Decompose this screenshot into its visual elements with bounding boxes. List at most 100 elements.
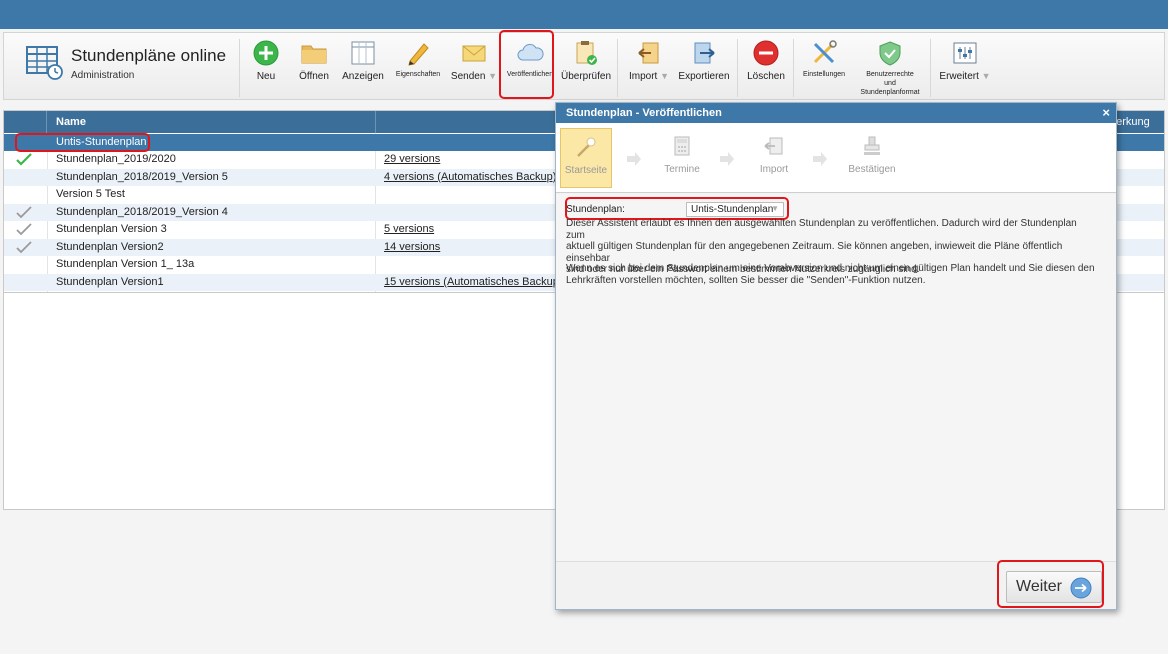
dialog-footer: Weiter: [556, 560, 1116, 609]
row-versions-link[interactable]: 29 versions: [384, 153, 440, 165]
stamp-icon: [864, 136, 880, 155]
settings-label: Einstellungen: [802, 71, 846, 78]
green-check-icon: [16, 153, 32, 166]
step-import-label: Import: [759, 164, 789, 175]
export-label: Exportieren: [678, 71, 730, 82]
toolbar-separator: [737, 39, 738, 97]
import-dropdown-icon: ▼: [660, 71, 670, 81]
document-check-icon: [576, 41, 597, 65]
delete-label: Löschen: [747, 71, 785, 82]
permissions-label-line2: und: [884, 80, 896, 87]
row-name: Stundenplan Version1: [56, 276, 164, 288]
row-name: Stundenplan Version 3: [56, 223, 167, 235]
export-arrow-icon: [694, 42, 715, 64]
send-button[interactable]: Senden ▼: [450, 39, 498, 97]
app-subtitle: Administration: [71, 70, 135, 81]
wizard-steps: Startseite Termine Import Bestätigen: [556, 123, 1116, 193]
step-dates[interactable]: Termine: [654, 128, 710, 188]
pencil-icon: [408, 43, 429, 66]
properties-button[interactable]: Eigenschaften: [393, 39, 443, 97]
shield-check-icon: [879, 41, 901, 66]
envelope-icon: [462, 45, 486, 62]
permissions-button[interactable]: Benutzerrechte und Stundenplanformat: [854, 39, 926, 97]
step-start[interactable]: Startseite: [560, 128, 612, 188]
app-title: Stundenpläne online: [71, 46, 227, 65]
gray-check-icon: [16, 241, 32, 254]
import-label: Import: [628, 71, 658, 82]
step-start-label: Startseite: [564, 165, 608, 176]
toolbar-separator: [793, 39, 794, 97]
close-icon[interactable]: ×: [1102, 105, 1110, 120]
timetable-calendar-icon: [26, 46, 63, 80]
plus-circle-icon: [253, 40, 279, 66]
step-confirm[interactable]: Bestätigen: [842, 128, 902, 188]
step-arrow-icon: [813, 152, 827, 166]
advanced-dropdown-icon: ▼: [981, 71, 991, 81]
import-button[interactable]: Import ▼: [626, 39, 672, 97]
folder-icon: [301, 45, 327, 64]
open-button[interactable]: Öffnen: [294, 39, 334, 97]
step-arrow-icon: [720, 152, 734, 166]
row-name: Version 5 Test: [56, 188, 125, 200]
next-highlight: [997, 560, 1104, 608]
advanced-button[interactable]: Erweitert ▼: [937, 39, 993, 97]
send-label: Senden: [450, 71, 486, 82]
tools-icon: [813, 40, 837, 64]
publish-highlight: [499, 30, 554, 99]
import-arrow-icon: [638, 42, 659, 64]
toolbar-separator: [617, 39, 618, 97]
grid-header-status: [4, 111, 47, 133]
delete-button[interactable]: Löschen: [745, 39, 787, 97]
import-arrow-icon: [764, 137, 783, 155]
magic-wand-icon: [577, 137, 596, 157]
send-dropdown-icon: ▼: [488, 71, 498, 81]
step-import[interactable]: Import: [748, 128, 800, 188]
export-button[interactable]: Exportieren: [677, 39, 731, 97]
new-button[interactable]: Neu: [248, 39, 284, 97]
row-name: Stundenplan_2019/2020: [56, 153, 176, 165]
row-versions-link[interactable]: 5 versions: [384, 223, 434, 235]
settings-button[interactable]: Einstellungen: [800, 39, 848, 97]
row-highlight: [15, 133, 150, 152]
new-label: Neu: [256, 71, 276, 82]
step-dates-label: Termine: [664, 164, 700, 175]
row-versions-link[interactable]: 15 versions (Automatisches Backup): [384, 276, 563, 288]
calculator-icon: [674, 136, 690, 156]
row-name: Stundenplan_2018/2019_Version 5: [56, 171, 228, 183]
show-button[interactable]: Anzeigen: [340, 39, 386, 97]
toolbar-separator: [930, 39, 931, 97]
hint-paragraph: Wenn es sich bei dem Stundenplan um eine…: [566, 263, 1096, 286]
permissions-label-line3: Stundenplanformat: [860, 89, 920, 96]
check-label: Überprüfen: [560, 71, 612, 82]
app-brand: Stundenpläne online Administration: [26, 43, 236, 87]
check-button[interactable]: Überprüfen: [560, 39, 612, 97]
row-name: Stundenplan Version2: [56, 241, 164, 253]
row-versions-link[interactable]: 4 versions (Automatisches Backup): [384, 171, 556, 183]
toolbar: Stundenpläne online Administration Neu Ö…: [3, 30, 1165, 100]
gray-check-icon: [16, 223, 32, 236]
advanced-label: Erweitert: [939, 71, 979, 82]
hint-line: Wenn es sich bei dem Stundenplan um eine…: [566, 263, 1095, 274]
intro-line: aktuell gültigen Stundenplan für den ang…: [566, 241, 1063, 264]
step-arrow-icon: [627, 152, 641, 166]
grid-header-divider: [375, 111, 376, 133]
grid-header-name[interactable]: Name: [56, 116, 86, 128]
sliders-icon: [953, 42, 977, 64]
top-bar: [0, 0, 1168, 29]
row-name: Stundenplan Version 1_ 13a: [56, 258, 195, 270]
hint-line: Lehrkräften vorstellen möchten, sollten …: [566, 274, 926, 286]
dialog-title: Stundenplan - Veröffentlichen: [566, 107, 722, 119]
minus-circle-icon: [753, 40, 779, 66]
select-highlight: [565, 197, 789, 220]
publish-dialog: Stundenplan - Veröffentlichen × Startsei…: [555, 102, 1117, 610]
row-versions-link[interactable]: 14 versions: [384, 241, 440, 253]
permissions-label-line1: Benutzerrechte: [866, 71, 914, 78]
show-label: Anzeigen: [342, 71, 384, 82]
intro-line: Dieser Assistent erlaubt es Ihnen den au…: [566, 218, 1077, 241]
toolbar-separator: [239, 39, 240, 97]
dialog-header: Stundenplan - Veröffentlichen ×: [556, 103, 1116, 123]
row-name: Stundenplan_2018/2019_Version 4: [56, 206, 228, 218]
grid-table-icon: [351, 41, 375, 65]
step-confirm-label: Bestätigen: [848, 164, 896, 175]
properties-label: Eigenschaften: [395, 71, 441, 78]
